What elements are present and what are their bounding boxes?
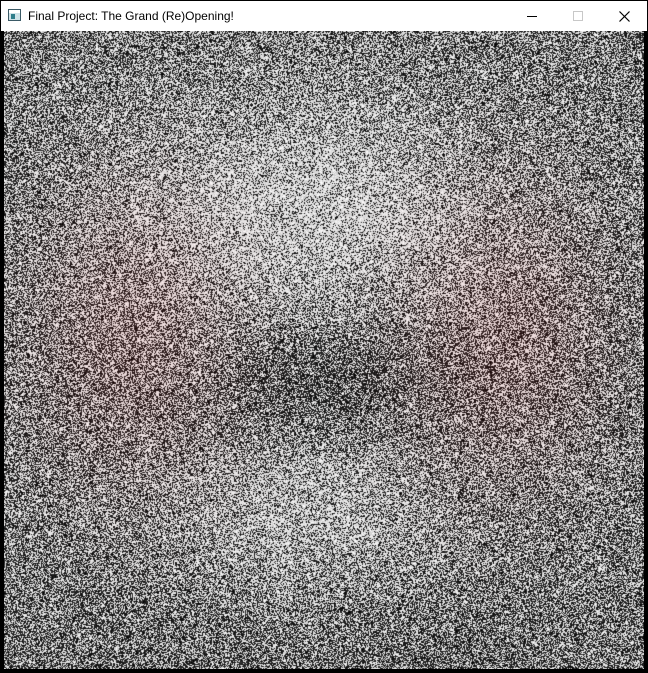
maximize-icon <box>573 11 583 21</box>
minimize-button[interactable] <box>509 1 555 31</box>
render-viewport[interactable] <box>4 31 644 669</box>
close-icon <box>619 11 630 22</box>
title-bar[interactable]: Final Project: The Grand (Re)Opening! <box>1 1 647 31</box>
close-button[interactable] <box>601 1 647 31</box>
window-title: Final Project: The Grand (Re)Opening! <box>28 9 234 23</box>
maximize-button[interactable] <box>555 1 601 31</box>
application-window-icon <box>8 9 21 21</box>
minimize-icon <box>527 16 537 17</box>
noisy-render-canvas[interactable] <box>4 31 644 669</box>
app-window: Final Project: The Grand (Re)Opening! <box>0 0 648 673</box>
